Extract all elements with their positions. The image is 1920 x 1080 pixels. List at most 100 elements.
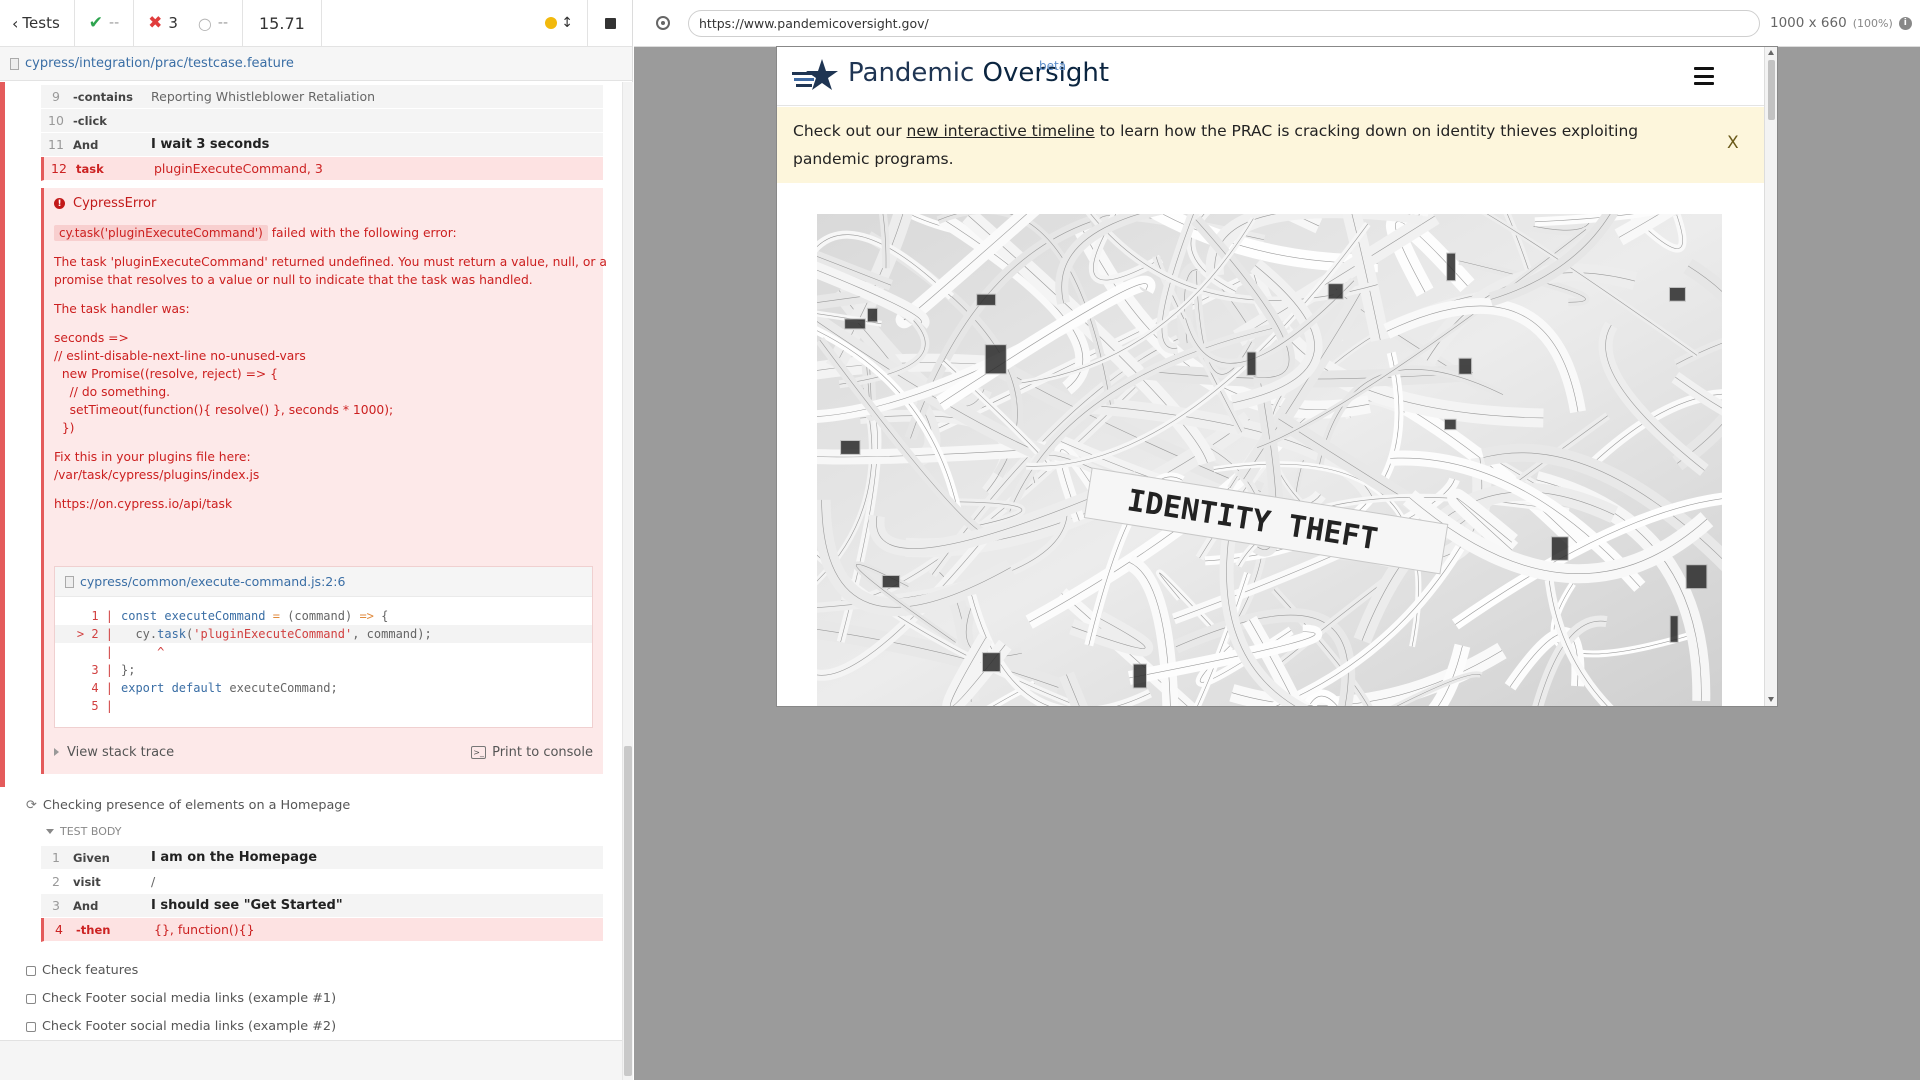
banner-close-button[interactable]: X: [1727, 133, 1739, 153]
banner-text: Check out our new interactive timeline t…: [793, 117, 1693, 173]
pending-circle-icon: ○: [197, 13, 212, 33]
code-token: task: [157, 627, 187, 641]
code-token: default: [171, 681, 230, 695]
command-message: /: [151, 874, 156, 889]
print-label: Print to console: [492, 744, 593, 760]
command-row[interactable]: 11 And I wait 3 seconds: [41, 133, 603, 157]
spec-path-bar[interactable]: cypress/integration/prac/testcase.featur…: [0, 47, 632, 81]
pending-count: --: [217, 15, 228, 31]
stop-button[interactable]: [588, 0, 632, 46]
tests-button[interactable]: ‹ Tests: [0, 0, 75, 46]
print-to-console-button[interactable]: >_ Print to console: [471, 745, 593, 760]
site-logo[interactable]: [792, 57, 840, 95]
command-row[interactable]: 2 visit /: [41, 870, 603, 894]
line-source: export default executeCommand;: [115, 681, 338, 695]
test-title-text: Checking presence of elements on a Homep…: [42, 798, 351, 813]
command-message: I am on the Homepage: [151, 850, 318, 865]
code-token: =: [272, 609, 288, 623]
paper-dark-spot: [1668, 286, 1686, 302]
test-title-pending[interactable]: Check Footer social media links (example…: [26, 991, 336, 1006]
reporter-scrollbar[interactable]: [622, 82, 633, 1080]
error-footer: View stack trace >_ Print to console: [54, 740, 593, 764]
paper-dark-spot: [1246, 351, 1257, 376]
handler-label: The task handler was:: [54, 302, 190, 316]
test-body-text: TEST BODY: [60, 825, 122, 838]
site-brand[interactable]: Pandemic Oversight: [848, 58, 1109, 88]
selector-playground-icon[interactable]: [656, 16, 670, 30]
stop-icon: [604, 17, 616, 29]
test-body-label[interactable]: TEST BODY: [46, 825, 121, 838]
error-code-ref: cy.task('pluginExecuteCommand'): [54, 225, 268, 241]
reporter-scrollbar-thumb[interactable]: [624, 746, 632, 1076]
paper-dark-spot: [1685, 564, 1708, 590]
line-source: cy.task('pluginExecuteCommand', command)…: [115, 627, 431, 641]
hero-image: IDENTITY THEFT: [817, 214, 1722, 706]
paper-dark-spot: [976, 293, 997, 306]
line-gutter: 4 |: [76, 681, 113, 695]
chevron-left-icon: ‹: [12, 13, 19, 33]
checkbox-icon: [26, 965, 36, 976]
aut-iframe: Pandemic Oversight beta Check out our ne…: [777, 47, 1777, 706]
paper-dark-spot: [844, 318, 866, 330]
command-row[interactable]: 9 -contains Reporting Whistleblower Reta…: [41, 85, 603, 109]
paper-dark-spot: [881, 574, 901, 589]
paper-dark-spot: [1669, 615, 1679, 643]
terminal-icon: >_: [471, 745, 487, 759]
check-icon: ✔: [88, 13, 104, 33]
error-panel: ! CypressError cy.task('pluginExecuteCom…: [41, 188, 607, 774]
view-stack-trace-toggle[interactable]: View stack trace: [54, 745, 174, 760]
stack-trace-label: View stack trace: [67, 744, 175, 760]
docs-link[interactable]: https://on.cypress.io/api/task: [54, 495, 232, 513]
code-line: 4 | export default executeCommand;: [55, 679, 592, 697]
command-row[interactable]: 1 Given I am on the Homepage: [41, 846, 603, 870]
code-token: 'pluginExecuteCommand': [193, 627, 353, 641]
url-text: https://www.pandemicoversight.gov/: [699, 15, 929, 31]
iframe-scrollbar-thumb[interactable]: [1768, 60, 1775, 120]
test-title-pending[interactable]: Check Footer social media links (example…: [26, 1019, 336, 1034]
checkbox-icon: [26, 1021, 36, 1032]
code-line: 5 |: [55, 697, 592, 715]
auto-scroll-icon[interactable]: ↕: [561, 15, 573, 31]
command-row[interactable]: 3 And I should see "Get Started": [41, 894, 603, 918]
line-gutter: 1 |: [76, 609, 113, 623]
line-source: ^: [115, 645, 164, 659]
command-number: 10: [48, 113, 64, 128]
code-line: | ^: [55, 643, 592, 661]
command-row-failed[interactable]: 12 task pluginExecuteCommand, 3: [41, 157, 603, 181]
spec-path[interactable]: cypress/integration/prac/testcase.featur…: [25, 56, 294, 71]
scroll-up-icon[interactable]: [1768, 50, 1774, 55]
file-icon: [65, 575, 74, 588]
handler-code-line: }): [54, 421, 75, 435]
info-icon: i: [1898, 16, 1912, 30]
code-token: cy.: [121, 627, 158, 641]
command-message: pluginExecuteCommand, 3: [154, 161, 323, 176]
paper-dark-spot: [1327, 283, 1344, 300]
menu-icon[interactable]: [1694, 67, 1714, 85]
test-title-text: Check Footer social media links (example…: [42, 1019, 337, 1034]
command-keyword: Given: [73, 850, 110, 865]
header-controls: ↕: [322, 0, 588, 46]
brand-part1: Pandemic: [848, 58, 983, 88]
timeline-link[interactable]: new interactive timeline: [907, 122, 1095, 140]
shredded-paper-image: IDENTITY THEFT: [817, 214, 1722, 706]
url-bar[interactable]: https://www.pandemicoversight.gov/: [688, 9, 1760, 37]
error-icon: !: [54, 198, 65, 209]
x-icon: ✖: [148, 13, 163, 33]
test-title-pending[interactable]: Check features: [26, 963, 138, 978]
code-frame-file[interactable]: cypress/common/execute-command.js:2:6: [80, 574, 345, 589]
code-token: (command): [287, 609, 360, 623]
command-keyword: -contains: [73, 89, 133, 104]
command-row-failed[interactable]: 4 -then {}, function(){}: [41, 918, 603, 942]
line-gutter: > 2 |: [76, 627, 113, 641]
code-frame-header[interactable]: cypress/common/execute-command.js:2:6: [55, 567, 592, 597]
handler-code-line: setTimeout(function(){ resolve() }, seco…: [54, 403, 394, 417]
iframe-scrollbar[interactable]: [1764, 47, 1777, 706]
scroll-down-icon[interactable]: [1768, 697, 1774, 702]
command-row[interactable]: 10 -click: [41, 109, 603, 133]
viewport-info[interactable]: 1000 x 660 (100%) i: [1770, 15, 1912, 31]
checkbox-icon: [26, 993, 36, 1004]
test-title-running[interactable]: ⟳ Checking presence of elements on a Hom…: [26, 798, 350, 813]
command-number: 2: [52, 874, 60, 889]
error-headline-rest: failed with the following error:: [267, 226, 457, 240]
code-line: > 2 | cy.task('pluginExecuteCommand', co…: [55, 625, 592, 643]
